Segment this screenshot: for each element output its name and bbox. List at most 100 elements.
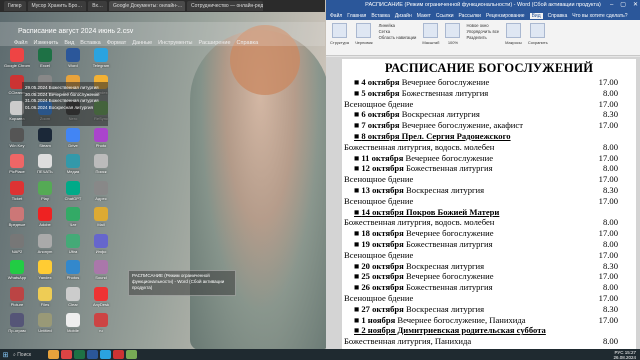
menu-item[interactable]: Вставка (80, 40, 100, 46)
background-window-title: Расписание август 2024 июнь 2.csv (18, 28, 134, 35)
desktop-icon[interactable]: Anonym (32, 233, 58, 262)
desktop-icon[interactable]: Адрес (88, 180, 114, 209)
menu-item[interactable]: Расширение (198, 40, 230, 46)
desktop-icon[interactable]: Ticket (4, 180, 30, 209)
desktop-icon[interactable]: Telegram (88, 48, 114, 76)
browser-tab[interactable]: Вх… (88, 1, 108, 11)
desktop-icon[interactable]: Photos (60, 260, 86, 288)
document-page[interactable]: РАСПИСАНИЕ БОГОСЛУЖЕНИЙ ■ 4 октября Вече… (342, 59, 636, 349)
menu-item[interactable]: Формат (107, 40, 127, 46)
ribbon-tab[interactable]: Ссылки (436, 13, 454, 19)
desktop-icon[interactable]: Files (32, 286, 58, 315)
desktop-icon[interactable]: ChatGPT (60, 180, 86, 209)
schedule-row: ■ 8 октября Прел. Сергия Радонежского (342, 131, 636, 142)
desktop-icon[interactable]: Drive (60, 127, 86, 156)
desktop-icon[interactable]: Yandex (32, 260, 58, 288)
nav-pane-check[interactable]: Область навигации (379, 35, 417, 41)
browser-tab[interactable]: Мусор Хранить Бро… (27, 1, 87, 11)
sheet-row: 01.06.2024 Воскресная литургия (25, 104, 93, 110)
desktop-icon[interactable]: Инфо (88, 233, 114, 262)
desktop-icon[interactable]: Google Chrome (4, 48, 30, 76)
ribbon-tab[interactable]: Файл (330, 13, 342, 19)
chrome-icon[interactable] (61, 350, 72, 359)
desktop-icon[interactable]: Clear (60, 286, 86, 315)
yandex-icon[interactable] (113, 350, 124, 359)
system-tray[interactable]: РУС 15:27 26.08.2024 (613, 350, 640, 360)
ribbon-group[interactable]: Сохранить (528, 23, 548, 52)
desktop-icon[interactable]: Чат (60, 207, 86, 235)
desktop-icon[interactable]: Picture (4, 286, 30, 315)
draft-icon (356, 23, 372, 38)
desktop-icon[interactable]: Поиск (88, 154, 114, 182)
browser-tab[interactable]: Гипер (4, 1, 26, 11)
app-icon[interactable] (126, 350, 137, 359)
ribbon-group[interactable]: Черновик (355, 23, 373, 52)
app-icon (38, 180, 52, 195)
schedule-service: Вечернее богослужение (401, 77, 490, 87)
ribbon-tab[interactable]: Рассылки (459, 13, 481, 19)
document-canvas[interactable]: РАСПИСАНИЕ БОГОСЛУЖЕНИЙ ■ 4 октября Вече… (326, 57, 640, 349)
desktop-icon[interactable]: PicPlace (4, 154, 30, 182)
menu-item[interactable]: Справка (237, 40, 259, 46)
ribbon-group[interactable]: Макросы (505, 23, 522, 52)
sheet-row: 29.05.2024 Божественная литургия (25, 85, 99, 90)
telegram-icon[interactable] (100, 350, 111, 359)
minimize-icon[interactable]: – (610, 0, 613, 11)
desktop-icon[interactable]: Steam (32, 127, 58, 156)
desktop-icon[interactable]: WhatsApp (4, 260, 30, 288)
ribbon-tab[interactable]: Вид (529, 12, 543, 19)
menu-item[interactable]: Файл (14, 40, 28, 46)
menu-item[interactable]: Данные (132, 40, 152, 46)
desktop-icon[interactable]: Photo (88, 127, 114, 156)
desktop-icon[interactable]: ru (88, 313, 114, 341)
browser-tab[interactable]: Сотрудничество — онлайн-ред… (187, 1, 264, 11)
ribbon-tab[interactable]: Главная (347, 13, 366, 19)
desktop-icon[interactable]: Sound (88, 260, 114, 288)
schedule-time: 8.30 (602, 260, 618, 271)
ribbon-group[interactable]: Структура (330, 23, 349, 52)
menu-item[interactable]: Вид (64, 40, 74, 46)
desktop-icon[interactable]: Mobile (60, 313, 86, 341)
word-icon[interactable] (87, 350, 98, 359)
browser-tab[interactable]: Google Документы: онлайн-… (109, 1, 186, 11)
ribbon-group[interactable]: 100% (445, 23, 461, 52)
ribbon-group[interactable]: Масштаб (422, 23, 439, 52)
split-button[interactable]: Разделить (466, 35, 499, 41)
ribbon-tab[interactable]: Вставка (371, 13, 390, 19)
taskbar-search[interactable]: ⌕ Поиск (13, 351, 47, 359)
excel-icon[interactable] (74, 350, 85, 359)
ribbon-tab[interactable]: Справка (548, 13, 568, 19)
app-icon (38, 286, 52, 301)
desktop-icon[interactable]: ПЕЧАТЬ (32, 154, 58, 182)
ribbon-tab[interactable]: Рецензирование (486, 13, 525, 19)
desktop-icon[interactable]: Пр-ограм (4, 313, 30, 341)
desktop-icon[interactable]: Untitled (32, 313, 58, 341)
close-icon[interactable]: ✕ (633, 0, 638, 11)
schedule-day: 14 октября Покров Божией Матери (361, 206, 500, 217)
language-indicator[interactable]: РУС (614, 350, 623, 355)
desktop-icon[interactable]: NAP2 (4, 233, 30, 262)
desktop-icon-label: AnyDesk (92, 301, 109, 307)
ribbon-tab[interactable]: Что вы хотите сделать? (572, 13, 627, 19)
ribbon-tab[interactable]: Дизайн (395, 13, 412, 19)
app-icon (94, 180, 108, 195)
menu-item[interactable]: Инструменты (158, 40, 192, 46)
desktop-icon[interactable]: AnyDesk (88, 286, 114, 315)
desktop-icon[interactable]: Ultra (60, 233, 86, 262)
desktop-icon[interactable]: Excel (32, 48, 58, 76)
desktop-icon[interactable]: Win Key (4, 127, 30, 156)
file-explorer-icon[interactable] (48, 350, 59, 359)
desktop-icon-label: ChatGPT (64, 195, 82, 201)
windows-start-icon[interactable]: ⊞ (0, 349, 11, 360)
app-icon (10, 48, 24, 62)
ribbon-tab[interactable]: Макет (417, 13, 431, 19)
desktop-icon[interactable]: Adobe (32, 207, 58, 235)
desktop-icon[interactable]: Play (32, 180, 58, 209)
maximize-icon[interactable]: ▢ (620, 0, 626, 11)
desktop-icon[interactable]: Mail (88, 207, 114, 235)
menu-item[interactable]: Изменить (34, 40, 59, 46)
desktop-icon[interactable]: Вредные (4, 207, 30, 235)
desktop-icon[interactable]: Word (60, 48, 86, 76)
schedule-day: 20 октября (361, 260, 404, 271)
desktop-icon[interactable]: Медиа (60, 154, 86, 182)
